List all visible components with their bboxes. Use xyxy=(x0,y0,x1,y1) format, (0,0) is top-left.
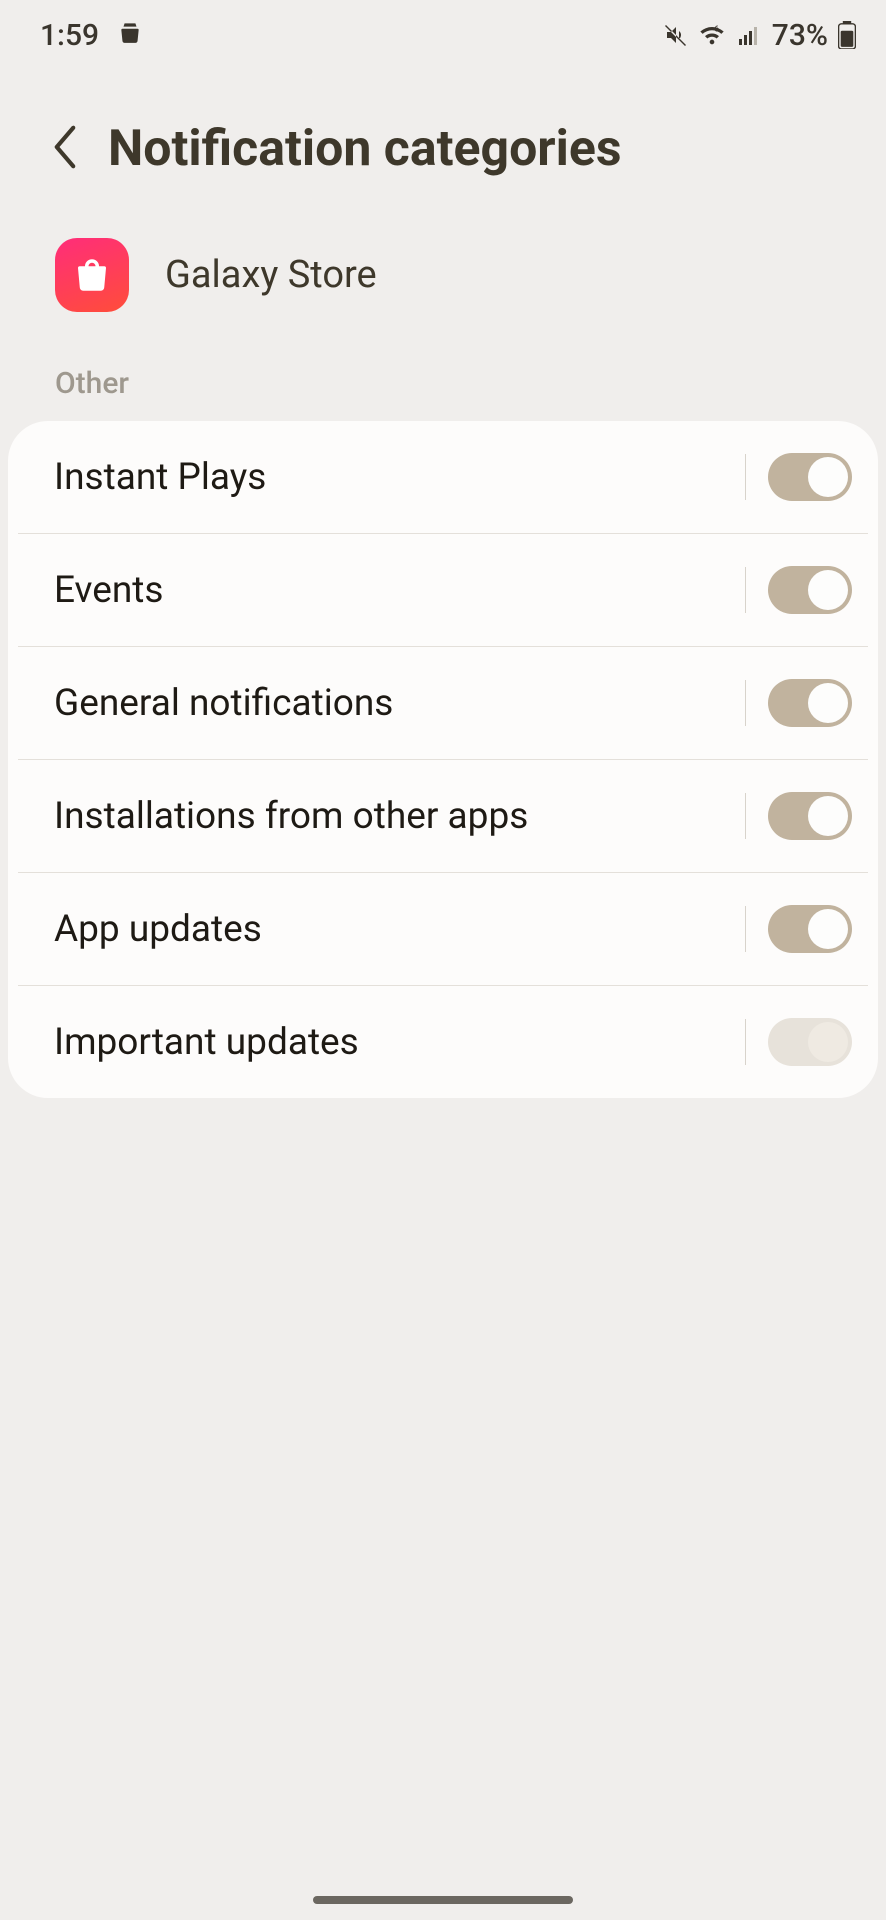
page-title: Notification categories xyxy=(108,120,622,178)
battery-percentage: 73% xyxy=(772,18,828,53)
toggle-general-notifications[interactable] xyxy=(768,679,852,727)
status-time: 1:59 xyxy=(40,18,99,53)
galaxy-store-app-icon xyxy=(55,238,129,312)
row-divider xyxy=(745,680,746,726)
mute-vibrate-icon xyxy=(664,23,688,47)
row-events[interactable]: Events xyxy=(18,533,868,646)
nav-handle[interactable] xyxy=(313,1896,573,1904)
status-bar: 1:59 6 73% xyxy=(0,0,886,70)
row-divider xyxy=(745,454,746,500)
row-important-updates[interactable]: Important updates xyxy=(18,985,868,1098)
row-label: General notifications xyxy=(54,682,735,725)
row-label: Important updates xyxy=(54,1021,735,1064)
app-name-label: Galaxy Store xyxy=(165,253,377,297)
page-header: Notification categories xyxy=(0,70,886,208)
toggle-important-updates[interactable] xyxy=(768,1018,852,1066)
row-divider xyxy=(745,793,746,839)
svg-text:6: 6 xyxy=(714,24,719,34)
row-divider xyxy=(745,1019,746,1065)
row-divider xyxy=(745,906,746,952)
shopping-bag-icon xyxy=(117,18,143,53)
toggle-events[interactable] xyxy=(768,566,852,614)
row-general-notifications[interactable]: General notifications xyxy=(18,646,868,759)
row-label: App updates xyxy=(54,908,735,951)
toggle-instant-plays[interactable] xyxy=(768,453,852,501)
row-label: Events xyxy=(54,569,735,612)
signal-icon xyxy=(736,23,762,47)
row-label: Installations from other apps xyxy=(54,795,735,838)
toggle-installations-from-other-apps[interactable] xyxy=(768,792,852,840)
status-left: 1:59 xyxy=(40,18,143,53)
row-installations-from-other-apps[interactable]: Installations from other apps xyxy=(18,759,868,872)
section-label-other: Other xyxy=(0,352,886,421)
status-right: 6 73% xyxy=(664,18,856,53)
row-label: Instant Plays xyxy=(54,456,735,499)
row-instant-plays[interactable]: Instant Plays xyxy=(18,421,868,533)
battery-icon xyxy=(838,21,856,49)
row-app-updates[interactable]: App updates xyxy=(18,872,868,985)
app-info-row[interactable]: Galaxy Store xyxy=(0,208,886,352)
wifi-icon: 6 xyxy=(698,23,726,47)
row-divider xyxy=(745,567,746,613)
back-icon[interactable] xyxy=(50,125,80,173)
categories-card: Instant Plays Events General notificatio… xyxy=(8,421,878,1098)
toggle-app-updates[interactable] xyxy=(768,905,852,953)
